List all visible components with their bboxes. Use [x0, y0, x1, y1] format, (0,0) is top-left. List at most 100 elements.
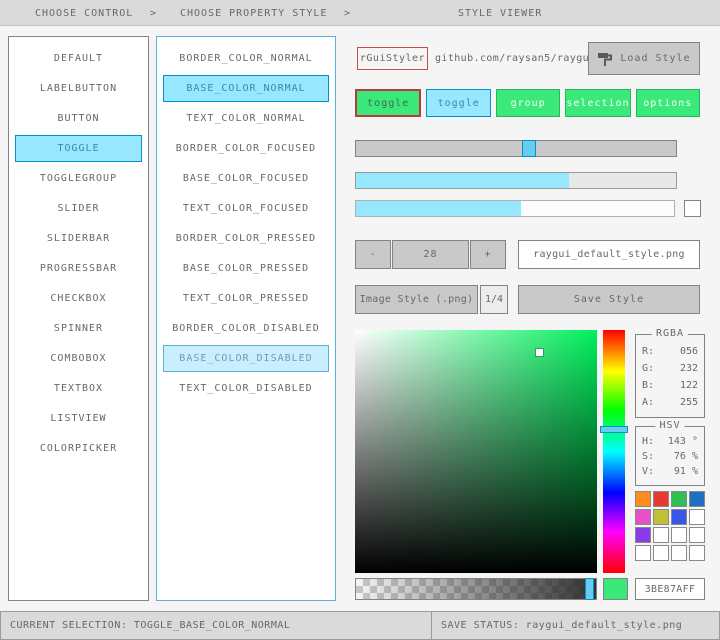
hsv-s-value: 76 % [674, 449, 698, 464]
app-name-text: rGuiStyler [360, 53, 425, 64]
slider-bar[interactable] [355, 172, 677, 189]
rgba-g-label: G: [642, 360, 654, 377]
rgba-g-value: 232 [680, 360, 698, 377]
color-picker-cursor[interactable] [536, 349, 543, 356]
control-list-item[interactable]: TOGGLEGROUP [15, 165, 142, 192]
breadcrumb-separator-icon: > [150, 8, 157, 19]
toggle-active-button[interactable]: toggle [426, 89, 490, 117]
controls-list-panel: DEFAULT LABELBUTTON BUTTON TOGGLE TOGGLE… [8, 36, 149, 601]
property-list-item[interactable]: BORDER_COLOR_DISABLED [163, 315, 329, 342]
control-list-item[interactable]: SLIDER [15, 195, 142, 222]
toggle-preview-button[interactable]: toggle [355, 89, 421, 117]
rgba-groupbox: RGBA R: 056 G: 232 B: 122 A: 255 [635, 334, 705, 418]
control-list-item[interactable]: COMBOBOX [15, 345, 142, 372]
current-selection-status: CURRENT SELECTION: TOGGLE_BASE_COLOR_NOR… [0, 611, 432, 640]
property-list-item[interactable]: TEXT_COLOR_NORMAL [163, 105, 329, 132]
property-list-item-selected[interactable]: BASE_COLOR_NORMAL [163, 75, 329, 102]
spinner-minus-button[interactable]: - [355, 240, 391, 269]
control-list-item[interactable]: COLORPICKER [15, 435, 142, 462]
load-style-button[interactable]: Load Style [588, 42, 700, 75]
color-swatch-grid [635, 491, 705, 561]
color-swatch[interactable] [689, 491, 705, 507]
save-status-text: SAVE STATUS: raygui_default_style.png [441, 620, 682, 631]
property-list-item[interactable]: TEXT_COLOR_FOCUSED [163, 195, 329, 222]
slider-bar-fill [356, 173, 569, 188]
toggle-options-button[interactable]: options [636, 89, 700, 117]
property-list-item[interactable]: BORDER_COLOR_PRESSED [163, 225, 329, 252]
color-saturation-value-picker[interactable] [355, 330, 597, 573]
color-swatch[interactable] [653, 527, 669, 543]
color-swatch[interactable] [689, 509, 705, 525]
image-style-button[interactable]: Image Style (.png) [355, 285, 478, 314]
hue-slider[interactable] [603, 330, 625, 573]
checkbox[interactable] [684, 200, 701, 217]
rgba-title: RGBA [652, 328, 688, 339]
color-swatch[interactable] [635, 509, 651, 525]
rgba-r-row: R: 056 [636, 343, 704, 360]
hsv-groupbox: HSV H: 143 ° S: 76 % V: 91 % [635, 426, 705, 486]
alpha-slider[interactable] [355, 578, 597, 600]
control-list-item[interactable]: TEXTBOX [15, 375, 142, 402]
spinner-value[interactable]: 28 [392, 240, 469, 269]
color-swatch[interactable] [653, 509, 669, 525]
toggle-group-button[interactable]: group [496, 89, 560, 117]
current-selection-text: CURRENT SELECTION: TOGGLE_BASE_COLOR_NOR… [10, 620, 290, 631]
property-list-item[interactable]: TEXT_COLOR_DISABLED [163, 375, 329, 402]
slider[interactable] [355, 140, 677, 157]
property-list-item[interactable]: BASE_COLOR_FOCUSED [163, 165, 329, 192]
spinner-plus-button[interactable]: + [470, 240, 506, 269]
property-list-item-focused[interactable]: BASE_COLOR_DISABLED [163, 345, 329, 372]
rgba-b-value: 122 [680, 377, 698, 394]
color-swatch[interactable] [653, 545, 669, 561]
app-name-label: rGuiStyler [357, 47, 428, 70]
rgba-r-value: 056 [680, 343, 698, 360]
control-list-item[interactable]: BUTTON [15, 105, 142, 132]
control-list-item[interactable]: DEFAULT [15, 45, 142, 72]
rgba-a-value: 255 [680, 394, 698, 411]
alpha-slider-handle[interactable] [585, 578, 594, 600]
progress-bar-fill [356, 201, 521, 216]
ratio-value[interactable]: 1/4 [480, 285, 508, 314]
breadcrumb-style-viewer: STYLE VIEWER [458, 8, 542, 19]
property-list-item[interactable]: BORDER_COLOR_FOCUSED [163, 135, 329, 162]
style-viewer-panel: rGuiStyler github.com/raysan5/raygui Loa… [355, 36, 706, 602]
control-list-item[interactable]: PROGRESSBAR [15, 255, 142, 282]
color-swatch[interactable] [671, 545, 687, 561]
repo-link[interactable]: github.com/raysan5/raygui [435, 53, 596, 64]
property-list-item[interactable]: BASE_COLOR_PRESSED [163, 255, 329, 282]
color-swatch[interactable] [689, 527, 705, 543]
breadcrumb-choose-property-style: CHOOSE PROPERTY STYLE [180, 8, 327, 19]
hue-slider-handle[interactable] [600, 426, 628, 433]
color-swatch[interactable] [671, 509, 687, 525]
rgba-a-row: A: 255 [636, 394, 704, 411]
color-swatch[interactable] [635, 527, 651, 543]
control-list-item[interactable]: SPINNER [15, 315, 142, 342]
status-bar: CURRENT SELECTION: TOGGLE_BASE_COLOR_NOR… [0, 611, 720, 640]
filename-textbox[interactable]: raygui_default_style.png [518, 240, 700, 269]
color-swatch[interactable] [671, 527, 687, 543]
color-swatch[interactable] [671, 491, 687, 507]
properties-list-panel: BORDER_COLOR_NORMAL BASE_COLOR_NORMAL TE… [156, 36, 336, 601]
save-status: SAVE STATUS: raygui_default_style.png [432, 611, 720, 640]
breadcrumb-choose-control: CHOOSE CONTROL [35, 8, 133, 19]
color-swatch[interactable] [635, 491, 651, 507]
toggle-selection-button[interactable]: selection [565, 89, 630, 117]
control-list-item-selected[interactable]: TOGGLE [15, 135, 142, 162]
load-style-label: Load Style [620, 53, 690, 64]
control-list-item[interactable]: LISTVIEW [15, 405, 142, 432]
rgba-g-row: G: 232 [636, 360, 704, 377]
control-list-item[interactable]: LABELBUTTON [15, 75, 142, 102]
control-list-item[interactable]: CHECKBOX [15, 285, 142, 312]
color-swatch[interactable] [689, 545, 705, 561]
property-list-item[interactable]: TEXT_COLOR_PRESSED [163, 285, 329, 312]
slider-handle[interactable] [522, 140, 536, 157]
paint-roller-icon [597, 51, 613, 67]
color-swatch[interactable] [635, 545, 651, 561]
hsv-h-value: 143 ° [668, 434, 698, 449]
save-style-button[interactable]: Save Style [518, 285, 700, 314]
control-list-item[interactable]: SLIDERBAR [15, 225, 142, 252]
hex-color-textbox[interactable]: 3BE87AFF [635, 578, 705, 600]
property-list-item[interactable]: BORDER_COLOR_NORMAL [163, 45, 329, 72]
hsv-s-label: S: [642, 449, 654, 464]
color-swatch[interactable] [653, 491, 669, 507]
